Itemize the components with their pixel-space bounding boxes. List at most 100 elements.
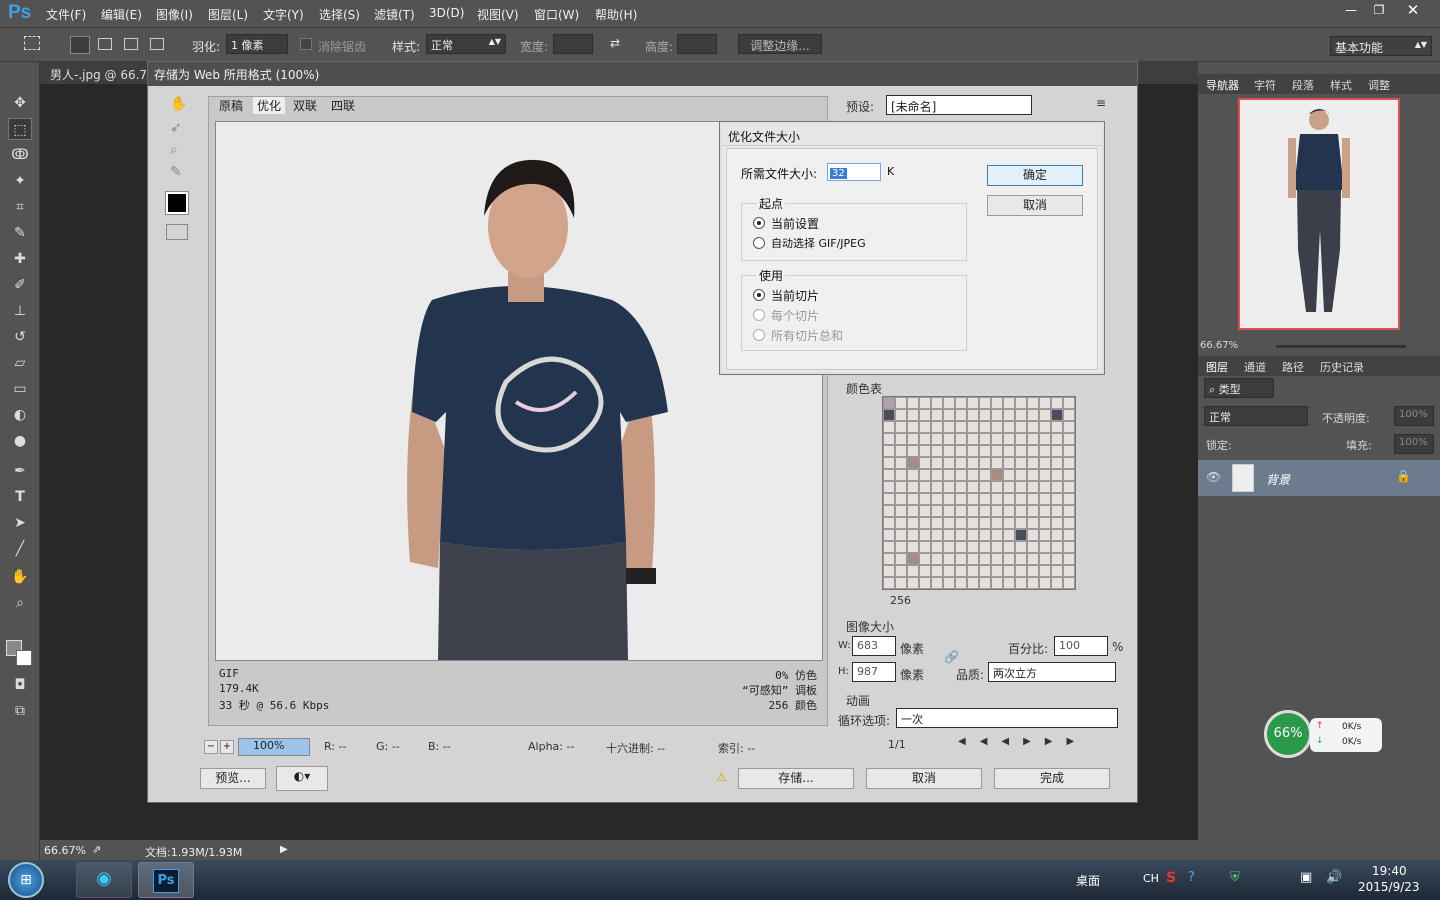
restore-icon[interactable]: ❐ — [1364, 0, 1394, 20]
layer-kind-filter[interactable]: ⌕ 类型 — [1204, 378, 1274, 398]
menu-help[interactable]: 帮助(H) — [595, 6, 637, 23]
navigator-zoom-slider[interactable] — [1276, 345, 1406, 348]
move-tool-icon[interactable]: ✥ — [8, 92, 32, 114]
color-swatch[interactable] — [991, 577, 1003, 589]
desktop-toolbar[interactable]: 桌面 — [1076, 872, 1100, 889]
color-swatch[interactable] — [1003, 433, 1015, 445]
color-swatch[interactable] — [967, 421, 979, 433]
color-swatch[interactable] — [955, 517, 967, 529]
color-swatch[interactable] — [1027, 553, 1039, 565]
color-swatch[interactable] — [1063, 433, 1075, 445]
color-swatch[interactable] — [1015, 409, 1027, 421]
preset-select[interactable]: [未命名] — [886, 95, 1032, 115]
height-input[interactable] — [677, 34, 717, 54]
color-swatch[interactable] — [1051, 481, 1063, 493]
menu-image[interactable]: 图像(I) — [156, 6, 193, 23]
color-swatch[interactable] — [895, 529, 907, 541]
color-swatch[interactable] — [1003, 505, 1015, 517]
color-swatch[interactable] — [1039, 565, 1051, 577]
color-swatch[interactable] — [979, 409, 991, 421]
color-swatch[interactable] — [991, 505, 1003, 517]
play-icon[interactable]: ▶ — [280, 844, 288, 855]
color-swatch[interactable] — [883, 469, 895, 481]
color-swatch[interactable] — [943, 541, 955, 553]
color-swatch[interactable] — [907, 565, 919, 577]
menu-3d[interactable]: 3D(D) — [429, 6, 464, 20]
visibility-eye-icon[interactable]: 👁 — [1206, 470, 1221, 484]
color-swatch[interactable] — [931, 565, 943, 577]
color-swatch[interactable] — [895, 565, 907, 577]
add-selection-icon[interactable] — [98, 38, 112, 50]
color-swatch[interactable] — [1039, 445, 1051, 457]
color-swatch[interactable] — [955, 565, 967, 577]
color-swatch[interactable] — [1003, 481, 1015, 493]
color-swatch[interactable] — [955, 409, 967, 421]
height-field[interactable]: 987 — [852, 662, 896, 682]
color-swatch[interactable] — [979, 541, 991, 553]
color-swatch[interactable] — [979, 565, 991, 577]
color-swatch[interactable] — [883, 541, 895, 553]
color-swatch[interactable] — [1003, 565, 1015, 577]
color-swatch[interactable] — [991, 565, 1003, 577]
save-button[interactable]: 存储... — [738, 768, 854, 789]
color-swatch[interactable] — [895, 577, 907, 589]
clock-time[interactable]: 19:40 — [1372, 864, 1407, 878]
preview-button[interactable]: 预览... — [200, 768, 266, 789]
color-swatch[interactable] — [1003, 457, 1015, 469]
menu-view[interactable]: 视图(V) — [477, 6, 519, 23]
eyedropper-color-swatch[interactable] — [166, 192, 188, 214]
color-swatch[interactable] — [1063, 565, 1075, 577]
screen-mode-icon[interactable]: ⧉ — [8, 700, 32, 722]
color-swatch[interactable] — [1063, 409, 1075, 421]
color-swatch[interactable] — [1003, 541, 1015, 553]
color-table-swatches[interactable] — [882, 396, 1076, 590]
color-swatch[interactable] — [1051, 433, 1063, 445]
subtract-selection-icon[interactable] — [124, 38, 138, 50]
color-swatch[interactable] — [931, 469, 943, 481]
color-swatch[interactable] — [931, 409, 943, 421]
color-swatch[interactable] — [1003, 397, 1015, 409]
color-swatch[interactable] — [883, 397, 895, 409]
opacity-input[interactable]: 100% — [1394, 406, 1434, 426]
color-swatch[interactable] — [1027, 493, 1039, 505]
desired-size-input[interactable]: 32 — [827, 163, 881, 181]
color-swatch[interactable] — [919, 529, 931, 541]
color-swatch[interactable] — [931, 421, 943, 433]
volume-icon[interactable]: 🔊 — [1326, 870, 1342, 885]
color-swatch[interactable] — [907, 481, 919, 493]
color-swatch[interactable] — [1027, 541, 1039, 553]
color-swatch[interactable] — [1015, 481, 1027, 493]
color-swatch[interactable] — [895, 433, 907, 445]
start-button-icon[interactable]: ⊞ — [8, 862, 44, 898]
constrain-link-icon[interactable]: 🔗 — [944, 650, 959, 664]
color-swatch[interactable] — [883, 445, 895, 457]
color-swatch[interactable] — [919, 421, 931, 433]
color-swatch[interactable] — [967, 409, 979, 421]
color-swatch[interactable] — [1015, 493, 1027, 505]
stamp-tool-icon[interactable]: ⊥ — [8, 300, 32, 322]
gradient-tool-icon[interactable]: ▭ — [8, 378, 32, 400]
color-swatch[interactable] — [991, 541, 1003, 553]
color-swatch[interactable] — [883, 553, 895, 565]
color-swatch[interactable] — [1039, 409, 1051, 421]
color-swatch[interactable] — [955, 457, 967, 469]
color-swatch[interactable] — [883, 433, 895, 445]
color-swatch[interactable] — [907, 517, 919, 529]
color-swatch[interactable] — [883, 409, 895, 421]
color-swatch[interactable] — [883, 505, 895, 517]
quality-select[interactable]: 两次立方 — [988, 662, 1116, 682]
color-swatch[interactable] — [1063, 397, 1075, 409]
color-swatch[interactable] — [991, 517, 1003, 529]
document-tab[interactable]: 男人-.jpg @ 66.7 — [50, 66, 147, 83]
color-swatch[interactable] — [919, 457, 931, 469]
color-swatch[interactable] — [1027, 577, 1039, 589]
swap-icon[interactable]: ⇄ — [610, 36, 620, 50]
menu-window[interactable]: 窗口(W) — [534, 6, 579, 23]
crop-tool-icon[interactable]: ⌗ — [8, 196, 32, 218]
color-swatch[interactable] — [991, 409, 1003, 421]
done-button[interactable]: 完成 — [994, 768, 1110, 789]
color-swatch[interactable] — [967, 577, 979, 589]
color-swatch[interactable] — [1015, 529, 1027, 541]
tab-navigator[interactable]: 导航器 — [1206, 77, 1239, 93]
color-swatch[interactable] — [931, 493, 943, 505]
